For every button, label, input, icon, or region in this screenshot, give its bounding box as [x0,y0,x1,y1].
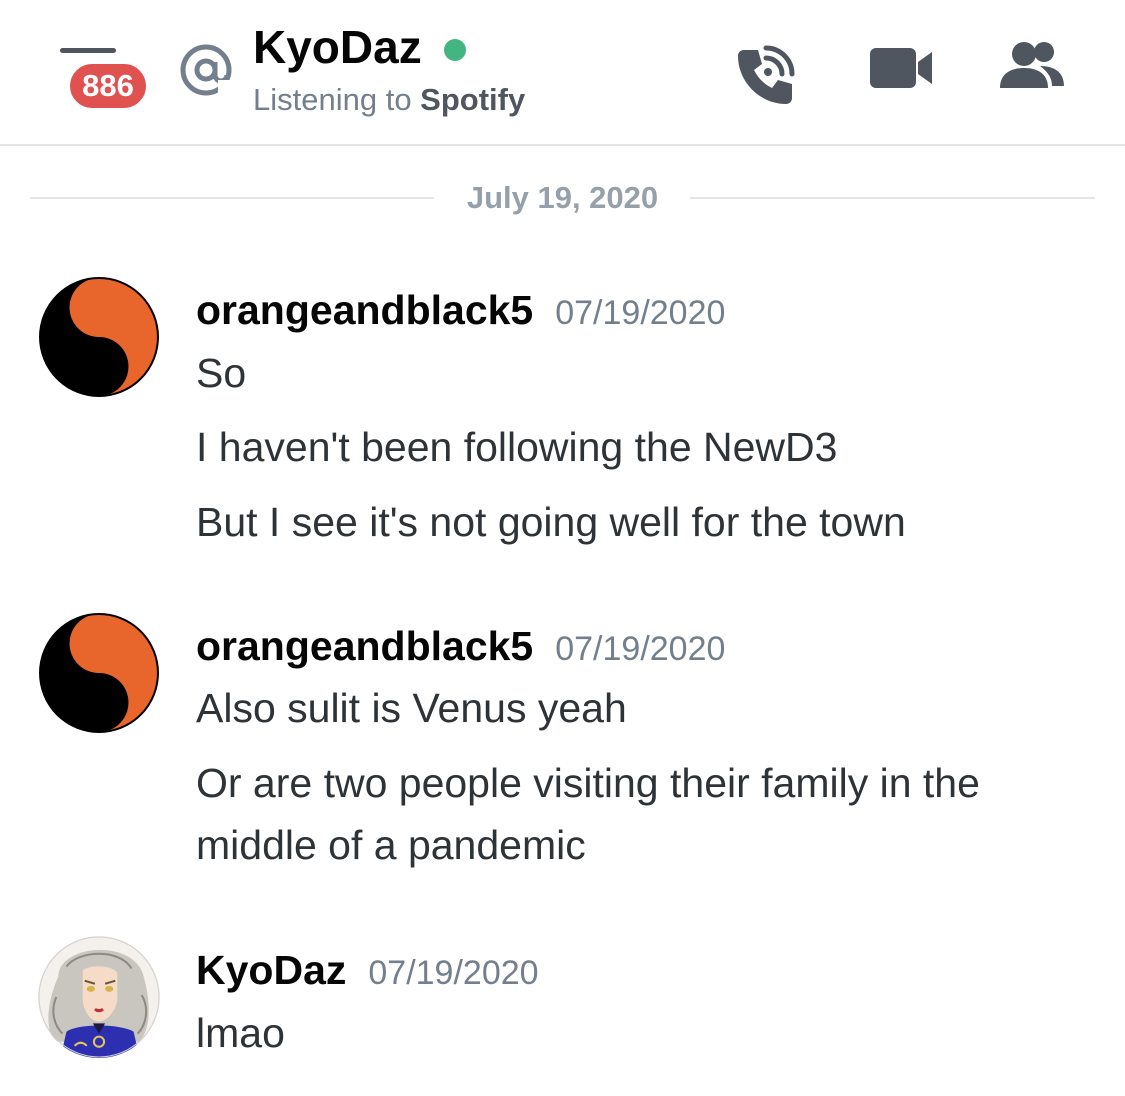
username[interactable]: KyoDaz [196,947,346,993]
avatar[interactable] [38,276,160,398]
message-header: KyoDaz 07/19/2020 [196,942,539,1008]
date-divider: July 19, 2020 [30,176,1095,220]
menu-icon [60,48,116,53]
at-icon [178,42,234,98]
menu-button[interactable]: 886 [56,40,156,120]
timestamp: 07/19/2020 [555,294,726,332]
video-camera-icon[interactable] [866,34,938,106]
members-icon[interactable] [996,32,1068,104]
anime-portrait-icon [38,936,160,1058]
message-header: orangeandblack5 07/19/2020 [196,282,725,348]
yin-yang-icon [39,277,159,397]
online-status-dot [444,39,466,61]
message-header: orangeandblack5 07/19/2020 [196,618,725,684]
dm-recipient-name[interactable]: KyoDaz [253,18,422,76]
message-text: But I see it's not going well for the to… [196,499,906,545]
username[interactable]: orangeandblack5 [196,287,533,333]
yin-yang-icon [39,613,159,733]
username[interactable]: orangeandblack5 [196,623,533,669]
message-text: Also sulit is Venus yeah [196,685,627,731]
timestamp: 07/19/2020 [368,954,539,992]
message-group[interactable]: orangeandblack5 07/19/2020 So I haven't b… [0,276,1125,556]
message-text: middle of a pandemic [196,822,586,868]
message-group[interactable]: orangeandblack5 07/19/2020 Also sulit is … [0,612,1125,882]
avatar[interactable] [38,612,160,734]
message-text: So [196,350,247,396]
activity-prefix: Listening to [253,82,421,117]
message-text: Or are two people visiting their family … [196,760,980,806]
message-text: I haven't been following the NewD3 [196,424,838,470]
message-group[interactable]: KyoDaz 07/19/2020 lmao [0,936,1125,1076]
avatar[interactable] [38,936,160,1058]
activity-status: Listening to Spotify [253,80,525,120]
message-text: lmao [196,1010,285,1056]
phone-call-icon[interactable] [730,38,802,110]
channel-header: 886 KyoDaz Listening to Spotify [0,0,1125,146]
activity-app: Spotify [420,82,526,117]
timestamp: 07/19/2020 [555,630,726,668]
divider-date: July 19, 2020 [466,180,659,215]
mention-count-badge: 886 [66,60,150,112]
